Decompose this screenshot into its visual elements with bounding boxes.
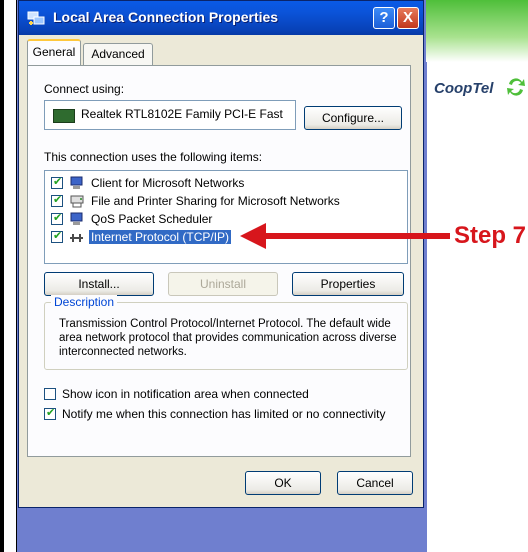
- notify-option[interactable]: ✔ Notify me when this connection has lim…: [44, 406, 404, 424]
- item-label: Client for Microsoft Networks: [91, 176, 245, 190]
- notify-checkbox[interactable]: ✔: [44, 406, 56, 420]
- recycle-arrows-icon: [507, 78, 525, 96]
- general-tab-panel: Connect using: Realtek RTL8102E Family P…: [27, 65, 411, 457]
- item-label: Internet Protocol (TCP/IP): [89, 230, 232, 244]
- description-text: Transmission Control Protocol/Internet P…: [59, 318, 397, 358]
- properties-dialog: Local Area Connection Properties ? X Gen…: [18, 0, 424, 508]
- file-printer-sharing-icon: [70, 195, 84, 208]
- properties-button[interactable]: Properties: [292, 272, 404, 296]
- configure-button[interactable]: Configure...: [304, 106, 402, 130]
- step-label: Step 7: [454, 222, 527, 249]
- help-button[interactable]: ?: [373, 7, 395, 29]
- ok-button[interactable]: OK: [245, 471, 321, 495]
- show-icon-option[interactable]: Show icon in notification area when conn…: [44, 386, 404, 404]
- item-label: QoS Packet Scheduler: [91, 212, 213, 226]
- tab-general[interactable]: General: [27, 39, 81, 65]
- item-checkbox[interactable]: ✔: [51, 193, 63, 207]
- qos-scheduler-icon: [70, 212, 83, 225]
- cooptel-logo: CoopTel: [434, 80, 494, 97]
- left-border-rule: [0, 0, 4, 552]
- items-label: This connection uses the following items…: [44, 150, 263, 164]
- notify-label: Notify me when this connection has limit…: [62, 407, 386, 421]
- tab-advanced[interactable]: Advanced: [83, 43, 153, 65]
- list-item-file-printer-sharing[interactable]: ✔ File and Printer Sharing for Microsoft…: [51, 193, 391, 211]
- network-client-icon: [70, 176, 83, 189]
- title-bar[interactable]: Local Area Connection Properties ? X: [19, 1, 423, 35]
- show-icon-checkbox[interactable]: [44, 388, 56, 400]
- brand-banner: [426, 0, 528, 62]
- network-connection-icon: [27, 11, 45, 25]
- window-title: Local Area Connection Properties: [53, 9, 279, 25]
- close-button[interactable]: X: [397, 7, 419, 29]
- step-arrow: [240, 223, 450, 249]
- show-icon-label: Show icon in notification area when conn…: [62, 387, 309, 401]
- network-adapter-icon: [53, 109, 75, 123]
- item-checkbox[interactable]: ✔: [51, 229, 63, 243]
- connect-using-label: Connect using:: [44, 82, 125, 96]
- uninstall-button[interactable]: Uninstall: [168, 272, 278, 296]
- description-title: Description: [51, 295, 118, 309]
- adapter-display: Realtek RTL8102E Family PCI-E Fast: [44, 100, 296, 130]
- install-button[interactable]: Install...: [44, 272, 154, 296]
- item-checkbox[interactable]: ✔: [51, 211, 63, 225]
- adapter-name: Realtek RTL8102E Family PCI-E Fast: [81, 107, 283, 121]
- cancel-button[interactable]: Cancel: [337, 471, 413, 495]
- list-item-client-networks[interactable]: ✔ Client for Microsoft Networks: [51, 175, 391, 193]
- protocol-icon: [70, 234, 83, 242]
- item-label: File and Printer Sharing for Microsoft N…: [91, 194, 340, 208]
- description-group: Description Transmission Control Protoco…: [44, 295, 408, 370]
- item-checkbox[interactable]: ✔: [51, 175, 63, 189]
